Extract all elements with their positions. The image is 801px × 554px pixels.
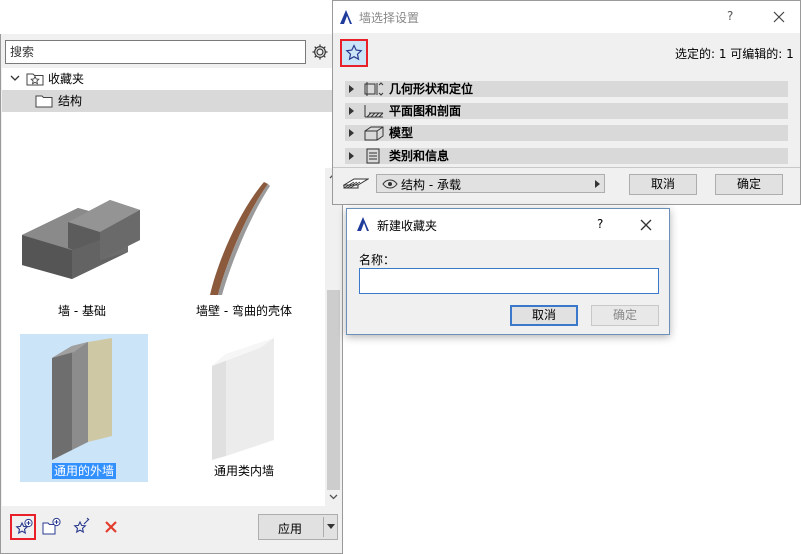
tree-item-favorites-label: 收藏夹 bbox=[48, 72, 85, 86]
favorites-folder-icon bbox=[26, 73, 44, 86]
favorite-item[interactable]: 通用类内墙 bbox=[180, 334, 308, 482]
ok-button-disabled[interactable]: 确定 bbox=[591, 305, 659, 326]
dialog-title: 墙选择设置 bbox=[359, 11, 420, 25]
title-bar: 墙选择设置 ? bbox=[333, 1, 800, 33]
favorite-item-label: 通用类内墙 bbox=[213, 464, 274, 478]
section-floor-plan-label: 平面图和剖面 bbox=[389, 104, 462, 118]
help-button[interactable]: ? bbox=[727, 9, 733, 23]
delete-favorite-button[interactable] bbox=[100, 514, 124, 540]
section-model[interactable]: 模型 bbox=[345, 125, 788, 141]
wall-selection-settings-dialog: 墙选择设置 ? 选定的: 1 可编辑的: 1 几何形状和定位 平面图和剖面 模型 bbox=[332, 0, 801, 205]
model-icon bbox=[364, 126, 384, 141]
search-placeholder: 搜索 bbox=[10, 45, 35, 59]
apply-label: 应用 bbox=[277, 522, 302, 536]
star-icon bbox=[345, 44, 363, 61]
chevron-right-icon bbox=[349, 152, 354, 160]
chevron-right-icon bbox=[595, 180, 600, 188]
tree-item-favorites[interactable]: 收藏夹 bbox=[2, 68, 342, 90]
foundation-wall-preview bbox=[22, 200, 140, 279]
new-favorites-folder-dialog: 新建收藏夹 ? 名称： 取消 确定 bbox=[346, 208, 670, 335]
archicad-logo-icon bbox=[357, 217, 369, 231]
layer-select[interactable]: 结构 - 承载 bbox=[376, 174, 605, 193]
geometry-icon bbox=[364, 82, 384, 96]
favorite-item-label-wrap: 通用的外墙 bbox=[20, 462, 148, 479]
favorites-toolbar: 应用 bbox=[2, 506, 342, 553]
title-bar: 新建收藏夹 ? bbox=[347, 209, 669, 240]
cancel-button[interactable]: 取消 bbox=[510, 305, 578, 326]
archicad-logo-icon bbox=[340, 10, 352, 24]
eye-icon bbox=[382, 179, 398, 189]
name-input[interactable] bbox=[359, 268, 659, 294]
help-button[interactable]: ? bbox=[597, 217, 603, 231]
scroll-thumb[interactable] bbox=[327, 290, 340, 490]
folder-add-icon bbox=[42, 517, 61, 535]
redefine-favorite-button[interactable] bbox=[70, 514, 94, 540]
layer-value: 结构 - 承载 bbox=[401, 178, 461, 192]
gallery-scrollbar[interactable] bbox=[325, 168, 342, 506]
floor-plan-icon bbox=[364, 105, 384, 118]
selection-info: 选定的: 1 可编辑的: 1 bbox=[675, 47, 794, 61]
section-classification[interactable]: 类别和信息 bbox=[345, 148, 788, 164]
favorite-item[interactable]: 墙 - 基础 bbox=[18, 180, 146, 325]
chevron-right-icon bbox=[349, 129, 354, 137]
favorites-tree: 收藏夹 结构 bbox=[2, 68, 342, 154]
chevron-right-icon bbox=[349, 107, 354, 115]
document-icon bbox=[366, 148, 380, 164]
dropdown-arrow-icon[interactable] bbox=[327, 524, 335, 530]
scroll-down-icon[interactable] bbox=[329, 494, 338, 500]
close-icon bbox=[105, 521, 117, 533]
cancel-button[interactable]: 取消 bbox=[629, 174, 697, 195]
section-geometry-label: 几何形状和定位 bbox=[389, 82, 474, 96]
apply-divider bbox=[323, 517, 324, 537]
layer-icon bbox=[343, 178, 369, 189]
curved-wall-preview bbox=[210, 182, 270, 295]
favorite-item-label: 墙 - 基础 bbox=[58, 304, 106, 318]
add-favorite-button[interactable] bbox=[10, 514, 36, 540]
divider bbox=[333, 167, 800, 168]
ok-button[interactable]: 确定 bbox=[715, 174, 783, 195]
interior-wall-preview bbox=[212, 338, 274, 460]
favorites-gallery: 墙 - 基础 墙壁 - 弯曲的壳体 通用的外墙 通用类内墙 bbox=[2, 168, 325, 506]
tree-item-structure[interactable]: 结构 bbox=[2, 90, 342, 112]
section-floor-plan[interactable]: 平面图和剖面 bbox=[345, 103, 788, 119]
chevron-right-icon bbox=[349, 85, 354, 93]
search-input[interactable]: 搜索 bbox=[5, 40, 306, 64]
close-icon[interactable] bbox=[640, 219, 652, 231]
folder-icon bbox=[35, 95, 53, 108]
star-edit-icon bbox=[73, 517, 90, 534]
favorites-toggle-button[interactable] bbox=[340, 39, 368, 67]
new-folder-button[interactable] bbox=[40, 514, 64, 540]
favorite-item-label: 墙壁 - 弯曲的壳体 bbox=[196, 304, 292, 318]
dialog-title: 新建收藏夹 bbox=[377, 219, 438, 233]
favorite-item-label: 通用的外墙 bbox=[51, 463, 116, 479]
name-label: 名称： bbox=[359, 253, 396, 267]
favorites-panel: 搜索 收藏夹 结构 墙 - 基础 墙壁 - 弯曲的壳体 通用的外墙 通用类内墙 … bbox=[0, 34, 343, 554]
close-icon[interactable] bbox=[773, 11, 785, 23]
favorite-item-selected[interactable]: 通用的外墙 bbox=[20, 334, 148, 482]
exterior-wall-preview bbox=[52, 338, 112, 460]
tree-item-structure-label: 结构 bbox=[58, 94, 83, 108]
chevron-down-icon[interactable] bbox=[10, 75, 20, 83]
favorite-item[interactable]: 墙壁 - 弯曲的壳体 bbox=[180, 180, 308, 325]
apply-button[interactable]: 应用 bbox=[258, 514, 338, 540]
section-geometry[interactable]: 几何形状和定位 bbox=[345, 81, 788, 97]
star-add-icon bbox=[15, 518, 33, 535]
section-classification-label: 类别和信息 bbox=[389, 149, 450, 163]
section-model-label: 模型 bbox=[389, 126, 414, 140]
